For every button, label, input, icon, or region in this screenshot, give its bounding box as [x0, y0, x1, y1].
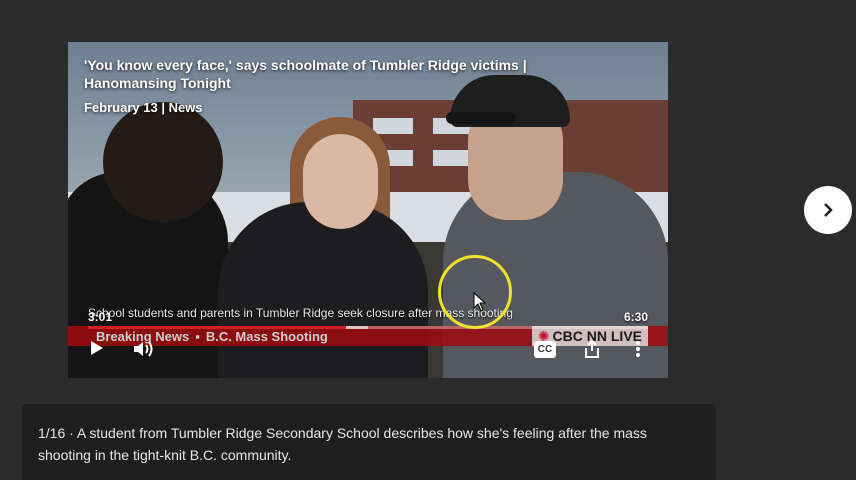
more-options-button[interactable] — [628, 340, 648, 364]
current-time: 3:01 — [88, 310, 113, 324]
progress-bar[interactable] — [88, 326, 648, 329]
slide-description-panel: 1/16 · A student from Tumbler Ridge Seco… — [22, 404, 716, 480]
more-icon — [636, 341, 640, 357]
ticker-item-topic: B.C. Mass Shooting — [205, 329, 328, 344]
next-slide-button[interactable] — [804, 186, 852, 234]
slide-counter: 1/16 — [38, 425, 66, 441]
play-button[interactable] — [88, 340, 106, 362]
video-player[interactable]: 'You know every face,' says schoolmate o… — [68, 42, 668, 378]
mouse-cursor-icon — [473, 292, 487, 312]
video-title: 'You know every face,' says schoolmate o… — [84, 57, 527, 91]
slide-description-text: A student from Tumbler Ridge Secondary S… — [38, 425, 647, 463]
duration: 6:30 — [623, 310, 648, 324]
play-icon — [91, 341, 103, 355]
slideshow-stage: 'You know every face,' says schoolmate o… — [0, 0, 856, 480]
progress-played — [88, 326, 346, 329]
chevron-right-icon — [824, 203, 833, 217]
volume-button[interactable] — [132, 340, 156, 364]
slide-description: 1/16 · A student from Tumbler Ridge Seco… — [38, 425, 647, 463]
video-caption: School students and parents in Tumbler R… — [88, 306, 513, 320]
video-title-overlay: 'You know every face,' says schoolmate o… — [84, 56, 604, 115]
video-meta: February 13 | News — [84, 100, 203, 115]
share-button[interactable] — [582, 339, 602, 364]
share-icon — [585, 339, 599, 358]
closed-captions-button[interactable]: CC — [534, 341, 556, 358]
volume-icon — [134, 341, 153, 357]
